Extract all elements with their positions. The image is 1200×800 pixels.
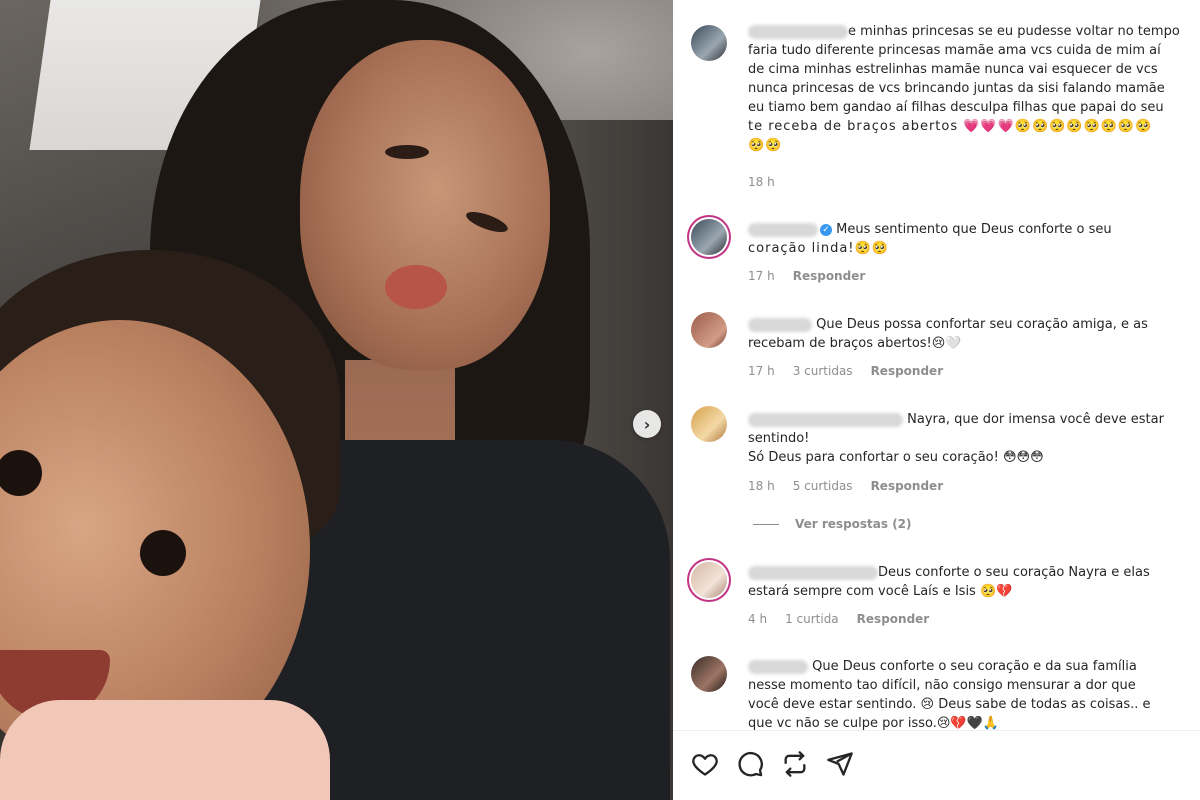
comment-text: Que Deus possa confortar seu coração ami… (748, 317, 1148, 351)
chevron-right-icon: › (643, 414, 651, 434)
reply-button[interactable]: Responder (857, 612, 930, 626)
avatar[interactable] (691, 312, 727, 348)
comment-text: Que Deus conforte o seu coração e da sua… (748, 659, 1151, 731)
woman-eye (385, 145, 429, 159)
username-redacted[interactable] (748, 222, 818, 237)
avatar[interactable] (691, 562, 727, 598)
avatar[interactable] (691, 656, 727, 692)
comment-icon[interactable] (736, 750, 764, 778)
username-redacted[interactable] (748, 659, 808, 674)
repost-icon[interactable] (781, 750, 809, 778)
comment-text: Deus conforte o seu coração Nayra e elas… (748, 565, 1150, 599)
username-redacted[interactable] (748, 24, 848, 39)
comment-meta: 18 h 5 curtidas Responder (748, 479, 961, 493)
reply-button[interactable]: Responder (871, 364, 944, 378)
username-redacted[interactable] (748, 565, 878, 580)
avatar[interactable] (691, 25, 727, 61)
comment-time: 17 h (748, 269, 775, 283)
woman-lips (385, 265, 447, 309)
comment-text: Nayra, que dor imensa você deve estar se… (748, 412, 1164, 465)
like-count[interactable]: 1 curtida (785, 612, 839, 626)
comment-text: ✓ Meus sentimento que Deus conforte o se… (748, 222, 1112, 256)
verified-icon: ✓ (820, 223, 832, 236)
like-count[interactable]: 3 curtidas (793, 364, 853, 378)
child-shirt (0, 700, 330, 800)
send-icon[interactable] (826, 750, 854, 778)
comment-meta: 18 h (748, 175, 793, 189)
username-redacted[interactable] (748, 317, 812, 332)
divider-line (753, 523, 779, 525)
carousel-next-button[interactable]: › (633, 410, 661, 438)
heart-icon[interactable] (691, 750, 719, 778)
avatar[interactable] (691, 219, 727, 255)
comment-time: 18 h (748, 479, 775, 493)
comment-time: 17 h (748, 364, 775, 378)
username-redacted[interactable] (748, 412, 903, 427)
avatar[interactable] (691, 406, 727, 442)
comment-time: 18 h (748, 175, 775, 189)
woman-face (300, 40, 550, 370)
post-actions-bar (673, 730, 1200, 800)
comment-meta: 17 h 3 curtidas Responder (748, 364, 961, 378)
like-count[interactable]: 5 curtidas (793, 479, 853, 493)
post-photo[interactable]: › (0, 0, 673, 800)
reply-button[interactable]: Responder (793, 269, 866, 283)
comment-time: 4 h (748, 612, 768, 626)
child-eye (140, 530, 186, 576)
reply-button[interactable]: Responder (871, 479, 944, 493)
view-replies-button[interactable]: Ver respostas (2) (753, 517, 912, 531)
comment-meta: 17 h Responder (748, 269, 883, 283)
comment-meta: 4 h 1 curtida Responder (748, 612, 947, 626)
comment-text: e minhas princesas se eu pudesse voltar … (748, 24, 1180, 153)
comments-panel[interactable]: e minhas princesas se eu pudesse voltar … (673, 0, 1200, 800)
